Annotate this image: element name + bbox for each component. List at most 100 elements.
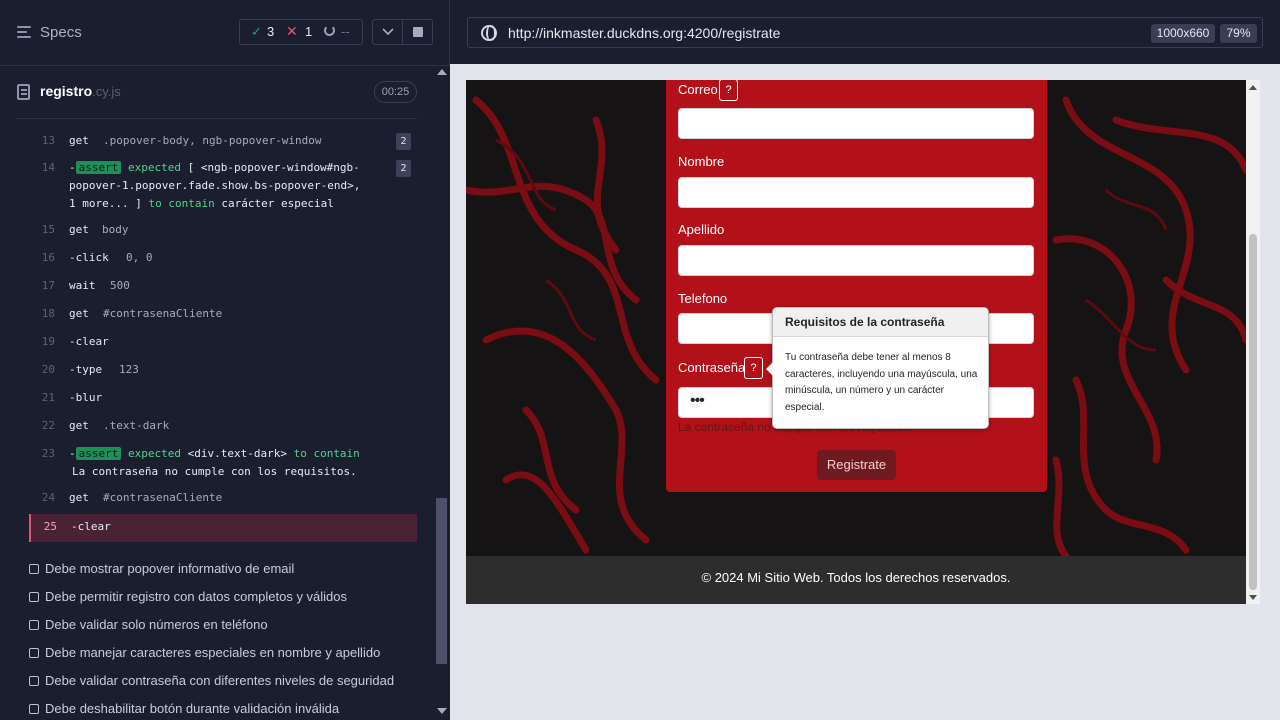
specs-label[interactable]: Specs bbox=[40, 24, 82, 41]
scroll-down-icon[interactable] bbox=[1249, 595, 1257, 600]
assert-subject: [ <ngb-popover-window#ngb- bbox=[187, 161, 360, 174]
spec-name-text: registro bbox=[40, 83, 93, 99]
chevron-down-icon bbox=[382, 28, 394, 36]
stop-button[interactable] bbox=[403, 19, 433, 45]
command-row[interactable]: 16 -click 0, 0 bbox=[29, 251, 417, 269]
command-row[interactable]: 17 wait 500 bbox=[29, 279, 417, 297]
count-badge: 2 bbox=[396, 160, 411, 177]
command-arg: 0, 0 bbox=[126, 251, 153, 264]
command-name: get bbox=[69, 223, 89, 236]
spec-ext: .cy.js bbox=[92, 84, 121, 99]
registrate-button[interactable]: Registrate bbox=[817, 450, 896, 480]
telefono-label: Telefono bbox=[678, 291, 728, 306]
reporter-scrollbar-thumb[interactable] bbox=[436, 498, 447, 664]
command-name: get bbox=[69, 307, 89, 320]
command-number: 17 bbox=[41, 279, 55, 292]
failed-count: 1 bbox=[305, 24, 313, 39]
command-row[interactable]: 23 - assert expected <div.text-dark> to c… bbox=[29, 447, 417, 483]
zoom-badge[interactable]: 79% bbox=[1220, 24, 1257, 43]
assert-tag: assert bbox=[75, 447, 122, 460]
cross-icon: ✕ bbox=[286, 23, 298, 39]
registration-form: Correo ? Nombre Apellido Telefono Contra… bbox=[666, 80, 1047, 492]
assert-value: La contraseña no cumple con los requisit… bbox=[72, 465, 357, 478]
popover-arrow bbox=[766, 362, 773, 376]
scroll-up-icon[interactable] bbox=[1249, 85, 1257, 90]
url-text[interactable]: http://inkmaster.duckdns.org:4200/regist… bbox=[508, 25, 780, 41]
assert-to-contain: to contain bbox=[148, 197, 215, 210]
command-name: get bbox=[69, 134, 89, 147]
test-title: Debe deshabilitar botón durante validaci… bbox=[45, 701, 340, 716]
command-row[interactable]: 22 get .text-dark bbox=[29, 419, 417, 437]
command-row[interactable]: 19 -clear bbox=[29, 335, 417, 353]
page-scrollbar-thumb[interactable] bbox=[1249, 234, 1257, 590]
assert-expected: expected bbox=[128, 447, 181, 460]
scroll-down-icon[interactable] bbox=[437, 708, 447, 714]
command-arg: #contrasenaCliente bbox=[103, 491, 223, 504]
popover-title: Requisitos de la contraseña bbox=[785, 315, 945, 329]
command-name: -type bbox=[69, 363, 103, 376]
count-badge: 2 bbox=[396, 133, 411, 150]
command-row[interactable]: 24 get #contrasenaCliente bbox=[29, 491, 417, 509]
nombre-input[interactable] bbox=[678, 177, 1034, 208]
menu-icon[interactable] bbox=[17, 26, 31, 38]
password-requirements-popover: Requisitos de la contraseña Tu contraseñ… bbox=[766, 307, 989, 429]
popover-body: Tu contraseña debe tener al menos 8 cara… bbox=[785, 352, 978, 413]
command-name: -clear bbox=[69, 335, 109, 348]
command-row-active[interactable]: 25 -clear bbox=[29, 514, 417, 542]
command-name: -clear bbox=[71, 520, 111, 533]
check-icon: ✓ bbox=[251, 24, 262, 39]
spec-file-row: registro.cy.js 00:25 bbox=[0, 66, 432, 120]
command-row[interactable]: 20 -type 123 bbox=[29, 363, 417, 381]
checkbox-icon bbox=[29, 564, 39, 574]
command-number: 21 bbox=[41, 391, 55, 404]
url-bar: http://inkmaster.duckdns.org:4200/regist… bbox=[450, 0, 1280, 64]
assert-to-contain: to contain bbox=[293, 447, 360, 460]
correo-help-button[interactable]: ? bbox=[719, 80, 738, 101]
command-row[interactable]: 21 -blur bbox=[29, 391, 417, 409]
command-number: 25 bbox=[43, 520, 57, 533]
test-title: Debe validar contraseña con diferentes n… bbox=[45, 673, 395, 688]
command-row[interactable]: 15 get body bbox=[29, 223, 417, 241]
command-number: 15 bbox=[41, 223, 55, 236]
contrasena-label: Contraseña bbox=[678, 360, 746, 375]
reporter-panel: Specs ✓ 3 ✕ 1 -- registro.cy.js 00:25 13… bbox=[0, 0, 450, 720]
assert-line: - assert expected <div.text-dark> to cont… bbox=[69, 447, 360, 460]
apellido-label: Apellido bbox=[678, 222, 725, 237]
test-title: Debe validar solo números en teléfono bbox=[45, 617, 268, 632]
command-number: 24 bbox=[41, 491, 55, 504]
correo-input[interactable] bbox=[678, 108, 1034, 139]
test-title: Debe mostrar popover informativo de emai… bbox=[45, 561, 295, 576]
dropdown-button[interactable] bbox=[372, 19, 403, 45]
page-footer: © 2024 Mi Sitio Web. Todos los derechos … bbox=[466, 556, 1246, 604]
command-number: 14 bbox=[41, 161, 55, 174]
divider bbox=[17, 118, 417, 119]
assert-tag: assert bbox=[75, 161, 122, 174]
popover-header: Requisitos de la contraseña bbox=[773, 308, 988, 337]
contrasena-help-button[interactable]: ? bbox=[744, 357, 763, 379]
checkbox-icon bbox=[29, 648, 39, 658]
assert-more: 1 more... ] bbox=[69, 197, 142, 210]
command-arg: .text-dark bbox=[103, 419, 170, 432]
scroll-up-icon[interactable] bbox=[437, 69, 447, 75]
correo-label: Correo bbox=[678, 82, 718, 97]
command-row[interactable]: 14 - assert expected [ <ngb-popover-windo… bbox=[29, 160, 417, 215]
command-arg: body bbox=[102, 223, 129, 236]
command-number: 22 bbox=[41, 419, 55, 432]
reporter-header: Specs ✓ 3 ✕ 1 -- bbox=[0, 0, 450, 66]
command-row[interactable]: 13 get .popover-body, ngb-popover-window… bbox=[29, 133, 417, 152]
assert-line-2: popover-1.popover.fade.show.bs-popover-e… bbox=[69, 179, 361, 192]
nombre-label: Nombre bbox=[678, 154, 725, 169]
viewport-size-badge[interactable]: 1000x660 bbox=[1151, 24, 1215, 43]
test-title: Debe manejar caracteres especiales en no… bbox=[45, 645, 381, 660]
command-arg: 500 bbox=[110, 279, 130, 292]
stop-icon bbox=[413, 27, 423, 37]
checkbox-icon bbox=[29, 620, 39, 630]
command-name: -blur bbox=[69, 391, 103, 404]
url-box[interactable]: http://inkmaster.duckdns.org:4200/regist… bbox=[467, 17, 1263, 48]
command-name: -click bbox=[69, 251, 109, 264]
spec-name[interactable]: registro.cy.js bbox=[40, 83, 121, 99]
apellido-input[interactable] bbox=[678, 245, 1034, 276]
command-row[interactable]: 18 get #contrasenaCliente bbox=[29, 307, 417, 325]
assert-line-3: 1 more... ] to contain carácter especial bbox=[69, 197, 334, 210]
pending-icon bbox=[324, 25, 335, 36]
